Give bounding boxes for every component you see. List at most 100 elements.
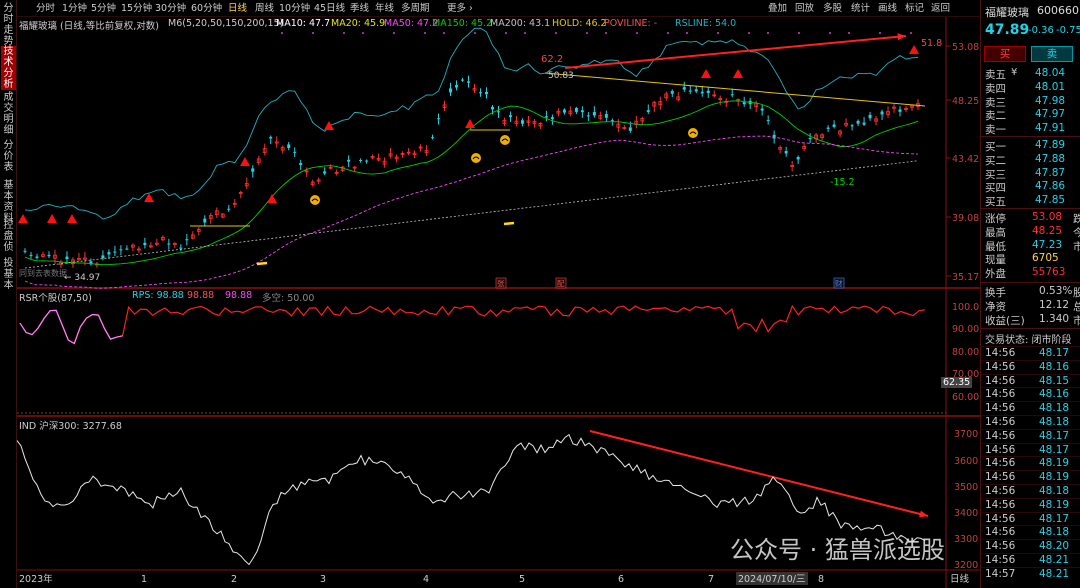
past-data-caption: 同到去表数据: [19, 269, 67, 278]
candle-body: [23, 250, 27, 252]
ind-y-tick: 3400: [954, 508, 978, 519]
candle-body: [604, 114, 608, 118]
candle-body: [670, 91, 674, 94]
dot-marker: [879, 32, 881, 34]
main-y-tick: 53.08: [952, 42, 979, 53]
tick-time: 14:56: [985, 388, 1016, 401]
candle-body: [478, 92, 482, 94]
buy-signal-marker: [688, 128, 698, 138]
time-axis-label: 6: [618, 574, 624, 585]
candle-body: [520, 120, 524, 124]
tick-time: 14:56: [985, 512, 1016, 525]
stock-code: 600660: [1037, 4, 1079, 17]
stat-extra: 市: [1073, 240, 1080, 253]
bid-label: 买五: [985, 196, 1006, 209]
stock-change: -0.36: [1028, 25, 1054, 36]
stat-label: 外盘: [985, 268, 1006, 281]
dot-marker: [686, 32, 688, 34]
ma-legend: RSLINE: 54.0: [675, 18, 737, 29]
ind-y-tick: 3500: [954, 482, 978, 493]
candle-body: [293, 151, 297, 153]
candle-body: [694, 89, 698, 92]
candle-body: [125, 248, 129, 250]
stat2-value: 0.53%: [1039, 285, 1073, 297]
ask-flag: ¥: [1011, 67, 1018, 78]
tick-price: 48.21: [1039, 554, 1070, 566]
rsr-y-tick: 90.00: [952, 324, 979, 335]
ask-label: 卖三: [985, 96, 1006, 109]
stat2-extra: 总: [1073, 300, 1080, 313]
tick-time: 14:56: [985, 374, 1016, 387]
candle-body: [299, 162, 303, 166]
candle-body: [269, 136, 273, 139]
tick-time: 14:56: [985, 471, 1016, 484]
candle-body: [107, 252, 111, 255]
divider: [981, 208, 1080, 209]
tick-price: 48.20: [1039, 540, 1070, 553]
candle-body: [347, 159, 351, 162]
ask-label: 卖一: [985, 124, 1006, 137]
event-marker-label: 配: [557, 279, 565, 288]
time-axis-label: 2024/07/10/三: [738, 574, 805, 585]
peak-annotation: 50.83: [548, 71, 574, 81]
candle-body: [323, 171, 327, 174]
candle-body: [508, 115, 512, 118]
candle-body: [808, 138, 812, 140]
ma-legend: HOLD: 46.2: [552, 18, 607, 29]
dot-marker: [586, 32, 588, 34]
stat-label: 涨停: [985, 213, 1006, 225]
start-low-annotation: ← 34.97: [64, 273, 101, 283]
time-axis-label: 5: [519, 574, 525, 585]
bid-label: 买四: [985, 182, 1006, 195]
candle-body: [484, 91, 488, 95]
dot-marker: [667, 32, 669, 34]
ask-price: 48.01: [1035, 80, 1066, 93]
main-y-tick: 35.17: [952, 272, 979, 283]
candle-body: [856, 120, 860, 124]
dot-marker: [281, 32, 283, 34]
candle-body: [35, 256, 39, 258]
candle-body: [574, 107, 578, 112]
stat-label: 最高: [985, 226, 1006, 239]
stat2-label: 净资: [985, 300, 1006, 313]
dot-marker: [748, 32, 750, 34]
rsr-title: RSR个股(87,50): [19, 293, 92, 304]
dot-marker: [474, 32, 476, 34]
bid-label: 买二: [985, 154, 1006, 167]
candle-body: [29, 254, 33, 256]
ask-price: 47.97: [1035, 108, 1066, 121]
ind-y-tick: 3300: [954, 534, 978, 545]
main-y-tick: 39.08: [952, 213, 979, 224]
candle-body: [562, 109, 566, 113]
candle-body: [167, 243, 171, 245]
tick-price: 48.21: [1039, 567, 1070, 580]
candle-body: [359, 159, 363, 161]
candle-body: [496, 111, 500, 113]
rsr-value: 98.88: [225, 290, 253, 301]
event-marker-label: 财: [835, 278, 843, 288]
dot-marker: [343, 32, 345, 34]
tick-price: 48.17: [1039, 443, 1070, 456]
ma-legend: MA10: 47.7: [276, 18, 331, 29]
candle-body: [490, 106, 494, 110]
tick-price: 48.19: [1039, 471, 1070, 484]
candle-body: [119, 249, 123, 251]
time-axis-label: 4: [423, 574, 429, 585]
buy-button-label: 买: [999, 48, 1011, 60]
buy-button[interactable]: 买: [984, 46, 1026, 62]
stat2-label: 换手: [985, 287, 1006, 299]
sell-button[interactable]: 卖: [1031, 46, 1073, 62]
bid-price: 47.86: [1035, 180, 1066, 193]
candle-body: [682, 87, 686, 90]
candle-body: [586, 115, 590, 117]
event-marker-label: 张: [497, 279, 505, 288]
rsr-line: [19, 304, 926, 345]
tick-price: 48.17: [1039, 347, 1070, 359]
stat-label: 现量: [985, 254, 1006, 267]
stock-name: 福耀玻璃: [985, 6, 1029, 19]
ma-legend: MA50: 47.2: [384, 18, 439, 29]
dot-marker: [443, 32, 445, 34]
stat2-value: 12.12: [1039, 298, 1070, 311]
stock-pct: -0.75: [1056, 25, 1080, 36]
candle-body: [628, 127, 632, 131]
